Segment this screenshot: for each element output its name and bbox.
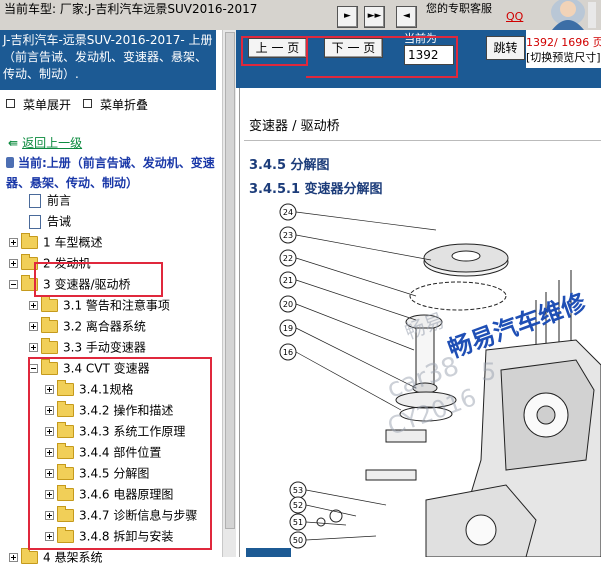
- tree-item[interactable]: 3.2 离合器系统: [29, 316, 146, 336]
- collapse-square-icon: [83, 99, 93, 108]
- tree-item-label[interactable]: 3.2 离合器系统: [63, 320, 146, 334]
- callout-53: 53: [293, 486, 303, 495]
- transmission-exploded-diagram: 24 23 22 21 20 19 16 53 52 51 50: [279, 203, 601, 557]
- tree-item-label[interactable]: 3.1 警告和注意事项: [63, 299, 170, 313]
- jump-button[interactable]: 跳转: [486, 36, 525, 60]
- current-location-text: 当前:上册（前言告诫、发动机、变速器、悬架、传动、制动）: [6, 156, 215, 190]
- expand-plus-icon[interactable]: [9, 238, 18, 247]
- tree-item-label[interactable]: 告诫: [47, 215, 71, 229]
- document-left-border: [239, 88, 240, 557]
- sub-subsection-heading: 3.4.5.1 变速器分解图: [249, 182, 383, 197]
- tree-item-label[interactable]: 3.3 手动变速器: [63, 341, 146, 355]
- customer-service-text: 您的专职客服: [426, 2, 492, 15]
- folder-icon: [21, 548, 38, 564]
- expand-plus-icon[interactable]: [29, 301, 38, 310]
- car-model-title: 当前车型: 厂家:J-吉利汽车远景SUV2016-2017: [4, 2, 258, 16]
- annotation-box-prev-page: [241, 36, 308, 66]
- callout-22: 22: [283, 254, 293, 263]
- tree-item-label[interactable]: 前言: [47, 194, 71, 208]
- menu-expand-collapse-row: 菜单展开 菜单折叠: [6, 96, 148, 113]
- document-icon: [29, 193, 41, 208]
- callout-16: 16: [283, 348, 293, 357]
- back-link-label[interactable]: 返回上一级: [22, 136, 82, 150]
- tree-item-label[interactable]: 1 车型概述: [43, 236, 102, 250]
- tree-item[interactable]: 告诫: [29, 211, 71, 231]
- expand-plus-icon[interactable]: [29, 322, 38, 331]
- folder-icon: [41, 338, 58, 354]
- tree-item[interactable]: 3.3 手动变速器: [29, 337, 146, 357]
- first-page-icon[interactable]: ►: [337, 6, 358, 28]
- annotation-box-cvt-section: [28, 357, 212, 550]
- document-icon: [29, 214, 41, 229]
- tree-item[interactable]: 4 悬架系统: [9, 547, 102, 567]
- page-count: 1392/ 1696 页: [526, 36, 601, 49]
- prev-page-icon[interactable]: ◄: [396, 6, 417, 28]
- expand-plus-icon[interactable]: [29, 343, 38, 352]
- annotation-box-chapter-3: [34, 262, 163, 297]
- left-scrollbar[interactable]: [222, 30, 236, 557]
- document-view: 变速器 / 驱动桥 3.4.5 分解图 3.4.5.1 变速器分解图 24 23…: [236, 88, 601, 557]
- collapse-all-link[interactable]: 菜单折叠: [100, 98, 148, 112]
- customer-service-avatar[interactable]: [528, 0, 600, 30]
- section-heading: 变速器 / 驱动桥: [249, 119, 340, 134]
- callout-52: 52: [293, 501, 303, 510]
- expand-all-link[interactable]: 菜单展开: [23, 98, 71, 112]
- step-icon[interactable]: ►►: [364, 6, 385, 28]
- callout-23: 23: [283, 231, 293, 240]
- folder-icon: [41, 317, 58, 333]
- tree-item-label[interactable]: 4 悬架系统: [43, 551, 102, 565]
- callout-19: 19: [283, 324, 293, 333]
- expand-plus-icon[interactable]: [9, 553, 18, 562]
- bottom-blue-tab: [246, 548, 291, 557]
- back-link[interactable]: ⇚ 返回上一级: [8, 134, 82, 151]
- top-header-bar: 当前车型: 厂家:J-吉利汽车远景SUV2016-2017 ► ►► ◄ 您的专…: [0, 0, 601, 30]
- current-location: 当前:上册（前言告诫、发动机、变速器、悬架、传动、制动）: [6, 153, 216, 193]
- folder-icon: [21, 233, 38, 249]
- callout-21: 21: [283, 276, 293, 285]
- expand-square-icon: [6, 99, 15, 108]
- qq-link[interactable]: QQ: [506, 10, 523, 23]
- expand-plus-icon[interactable]: [9, 259, 18, 268]
- callout-20: 20: [283, 300, 293, 309]
- subsection-heading: 3.4.5 分解图: [249, 158, 330, 173]
- callout-24: 24: [283, 208, 293, 217]
- book-title: J-吉利汽车-远景SUV-2016-2017- 上册（前言告诫、发动机、变速器、…: [0, 30, 216, 90]
- tree-item[interactable]: 前言: [29, 190, 71, 210]
- green-back-arrow-icon: ⇚: [8, 136, 19, 150]
- section-rule: [244, 140, 601, 141]
- annotation-box-toolbar: [306, 36, 458, 78]
- scrollbar-thumb[interactable]: [225, 32, 235, 529]
- tree-item[interactable]: 1 车型概述: [9, 232, 102, 252]
- tree-item[interactable]: 3.1 警告和注意事项: [29, 295, 170, 315]
- current-location-icon: [6, 157, 14, 168]
- switch-preview-size-link[interactable]: [切换预览尺寸]: [526, 49, 601, 65]
- collapse-minus-icon[interactable]: [9, 280, 18, 289]
- callout-51: 51: [293, 518, 303, 527]
- callout-50: 50: [293, 536, 303, 545]
- folder-icon: [41, 296, 58, 312]
